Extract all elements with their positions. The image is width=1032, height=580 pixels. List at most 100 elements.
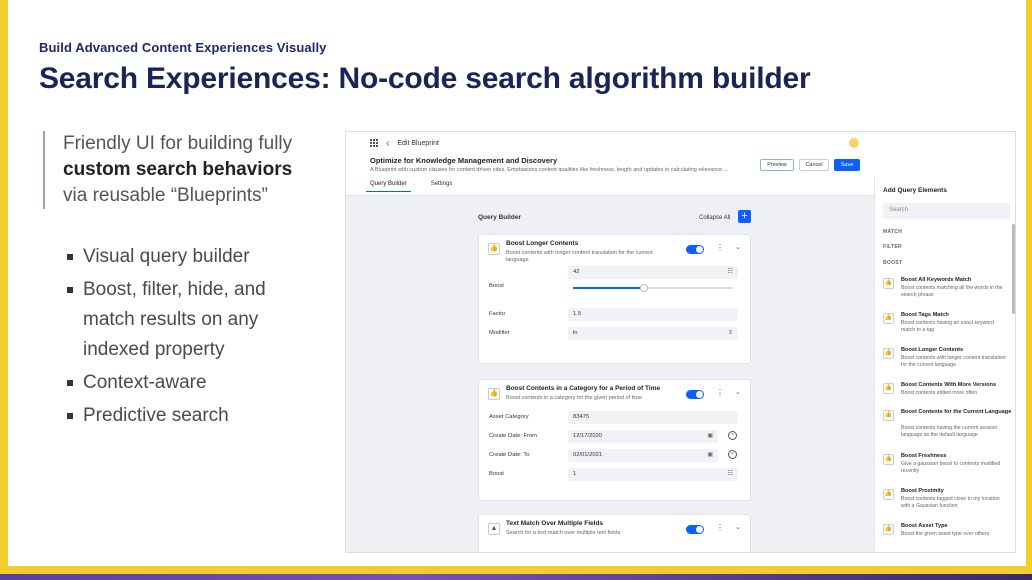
field-label: Factor <box>489 311 506 317</box>
quote-line-1: Friendly UI for building fully <box>63 133 293 154</box>
thumbs-up-icon: 👍 <box>883 383 894 394</box>
field-row: Create Date: From 12/17/2020 ▣ × <box>479 427 750 446</box>
date-to-input[interactable]: 02/01/2021 ▣ <box>568 449 718 462</box>
field-row: Modifier ln ⇕ <box>479 324 750 343</box>
thumbs-up-icon: 👍 <box>883 489 894 500</box>
bullet-item: Visual query builder <box>66 242 306 272</box>
field-value: 02/01/2021 <box>573 452 603 458</box>
clear-icon[interactable]: × <box>728 450 737 459</box>
back-arrow-icon[interactable]: ‹ <box>386 138 389 149</box>
field-row: Boost 42 ☷ <box>479 263 750 305</box>
item-description: Boost the given asset type over others <box>901 531 990 537</box>
bullet-item: Context-aware <box>66 368 306 398</box>
calendar-icon[interactable]: ▣ <box>707 432 713 439</box>
preview-button[interactable]: Preview <box>760 159 794 171</box>
save-button[interactable]: Save <box>834 159 860 171</box>
add-element-button[interactable]: + <box>738 210 751 223</box>
field-value: 83475 <box>573 414 590 420</box>
add-query-elements-panel: Add Query Elements Search MATCH FILTER B… <box>874 177 1015 552</box>
thumbs-up-icon: 👍 <box>883 313 894 324</box>
thumbs-up-icon: 👍 <box>883 348 894 359</box>
section-match[interactable]: MATCH <box>883 229 902 235</box>
tab-query-builder[interactable]: Query Builder <box>366 181 411 192</box>
cancel-button[interactable]: Cancel <box>799 159 829 171</box>
bottom-accent-stripe <box>0 566 1032 580</box>
factor-input[interactable]: 1.5 <box>568 308 738 321</box>
breadcrumb: Edit Blueprint <box>397 139 439 147</box>
item-title: Boost Longer Contents <box>901 347 964 353</box>
more-options-icon[interactable]: ⋮ <box>716 523 724 532</box>
chevron-down-icon[interactable]: ⌄ <box>735 523 741 531</box>
calendar-icon[interactable]: ▣ <box>707 451 713 458</box>
slider-fill <box>573 287 644 289</box>
asset-category-input[interactable]: 83475 <box>568 411 738 424</box>
boost-input[interactable]: 1 ☷ <box>568 468 738 481</box>
adjust-icon: ☷ <box>727 269 733 275</box>
slider-handle[interactable] <box>640 284 649 292</box>
more-options-icon[interactable]: ⋮ <box>716 388 724 397</box>
bottom-purple-stripe <box>0 574 1032 580</box>
thumbs-up-icon: 👍 <box>883 454 894 465</box>
card-header[interactable]: ▲ Text Match Over Multiple Fields Search… <box>479 515 750 543</box>
thumbs-up-icon: 👍 <box>883 524 894 535</box>
field-row: Create Date: To 02/01/2021 ▣ × <box>479 446 750 465</box>
field-value: 1 <box>573 471 577 477</box>
item-title: Boost Contents With More Versions <box>901 382 997 388</box>
chevron-down-icon[interactable]: ⌄ <box>735 388 741 396</box>
app-topbar: ‹ Edit Blueprint <box>346 132 1015 154</box>
field-value: 12/17/2020 <box>573 433 603 439</box>
slide-title: Search Experiences: No-code search algor… <box>39 62 811 95</box>
card-description: Boost contents in a category for the giv… <box>506 395 643 401</box>
boost-input[interactable]: 42 ☷ <box>568 266 738 279</box>
field-label: Create Date: From <box>489 433 537 439</box>
item-title: Boost Contents for the Current Language <box>901 409 1012 415</box>
card-header[interactable]: 👍 Boost Contents in a Category for a Per… <box>479 380 750 408</box>
tab-bar: Query Builder Settings <box>366 181 456 192</box>
field-row: Factor 1.5 <box>479 305 750 324</box>
item-description: Boost contents with longer content trans… <box>901 355 1006 368</box>
boost-slider[interactable] <box>573 284 733 292</box>
thumbs-up-icon: 👍 <box>883 278 894 289</box>
item-description: Boost contents edited more often <box>901 390 978 396</box>
search-input[interactable]: Search <box>883 203 1010 219</box>
enable-toggle[interactable] <box>686 525 704 534</box>
blueprint-description: A Blueprint with custom clauses for cont… <box>370 167 729 173</box>
enable-toggle[interactable] <box>686 390 704 399</box>
section-filter[interactable]: FILTER <box>883 244 902 250</box>
enable-toggle[interactable] <box>686 245 704 254</box>
item-description: Boost contents having an exact keyword m… <box>901 320 994 333</box>
clear-icon[interactable]: × <box>728 431 737 440</box>
collapse-all-link[interactable]: Collapse All <box>699 215 730 221</box>
field-label: Boost <box>489 471 504 477</box>
more-options-icon[interactable]: ⋮ <box>716 243 724 252</box>
image-icon: ▲ <box>488 523 500 535</box>
card-description: Boost contents with longer content trans… <box>506 250 653 263</box>
query-element-card: 👍 Boost Longer Contents Boost contents w… <box>478 234 751 364</box>
card-header[interactable]: 👍 Boost Longer Contents Boost contents w… <box>479 235 750 263</box>
field-row: Boost 1 ☷ <box>479 465 750 484</box>
chevron-down-icon[interactable]: ⌄ <box>735 243 741 251</box>
item-description: Boost contents having the current sessio… <box>901 425 998 438</box>
item-title: Boost Tags Match <box>901 312 949 318</box>
feature-bullets: Visual query builder Boost, filter, hide… <box>66 242 306 434</box>
field-value: 42 <box>573 269 580 275</box>
thumbs-up-icon: 👍 <box>883 410 894 421</box>
field-label: Asset Category <box>489 414 529 420</box>
field-value: ln <box>573 330 578 336</box>
item-title: Boost Proximity <box>901 488 944 494</box>
modifier-select[interactable]: ln ⇕ <box>568 327 738 340</box>
slide: Build Advanced Content Experiences Visua… <box>0 0 1032 580</box>
apps-grid-icon[interactable] <box>370 139 378 147</box>
quote-line-3: via reusable “Blueprints” <box>63 185 268 206</box>
card-description: Search for a text match over multiple te… <box>506 530 621 536</box>
tab-settings[interactable]: Settings <box>427 181 457 192</box>
thumbs-up-icon: 👍 <box>488 243 500 255</box>
panel-scrollbar[interactable] <box>1012 224 1015 314</box>
card-title: Boost Contents in a Category for a Perio… <box>506 385 661 392</box>
section-boost[interactable]: BOOST <box>883 260 902 266</box>
panel-title: Add Query Elements <box>883 187 947 194</box>
avatar[interactable] <box>849 138 859 148</box>
date-from-input[interactable]: 12/17/2020 ▣ <box>568 430 718 443</box>
field-row: Asset Category 83475 <box>479 408 750 427</box>
field-label: Boost <box>489 283 504 289</box>
